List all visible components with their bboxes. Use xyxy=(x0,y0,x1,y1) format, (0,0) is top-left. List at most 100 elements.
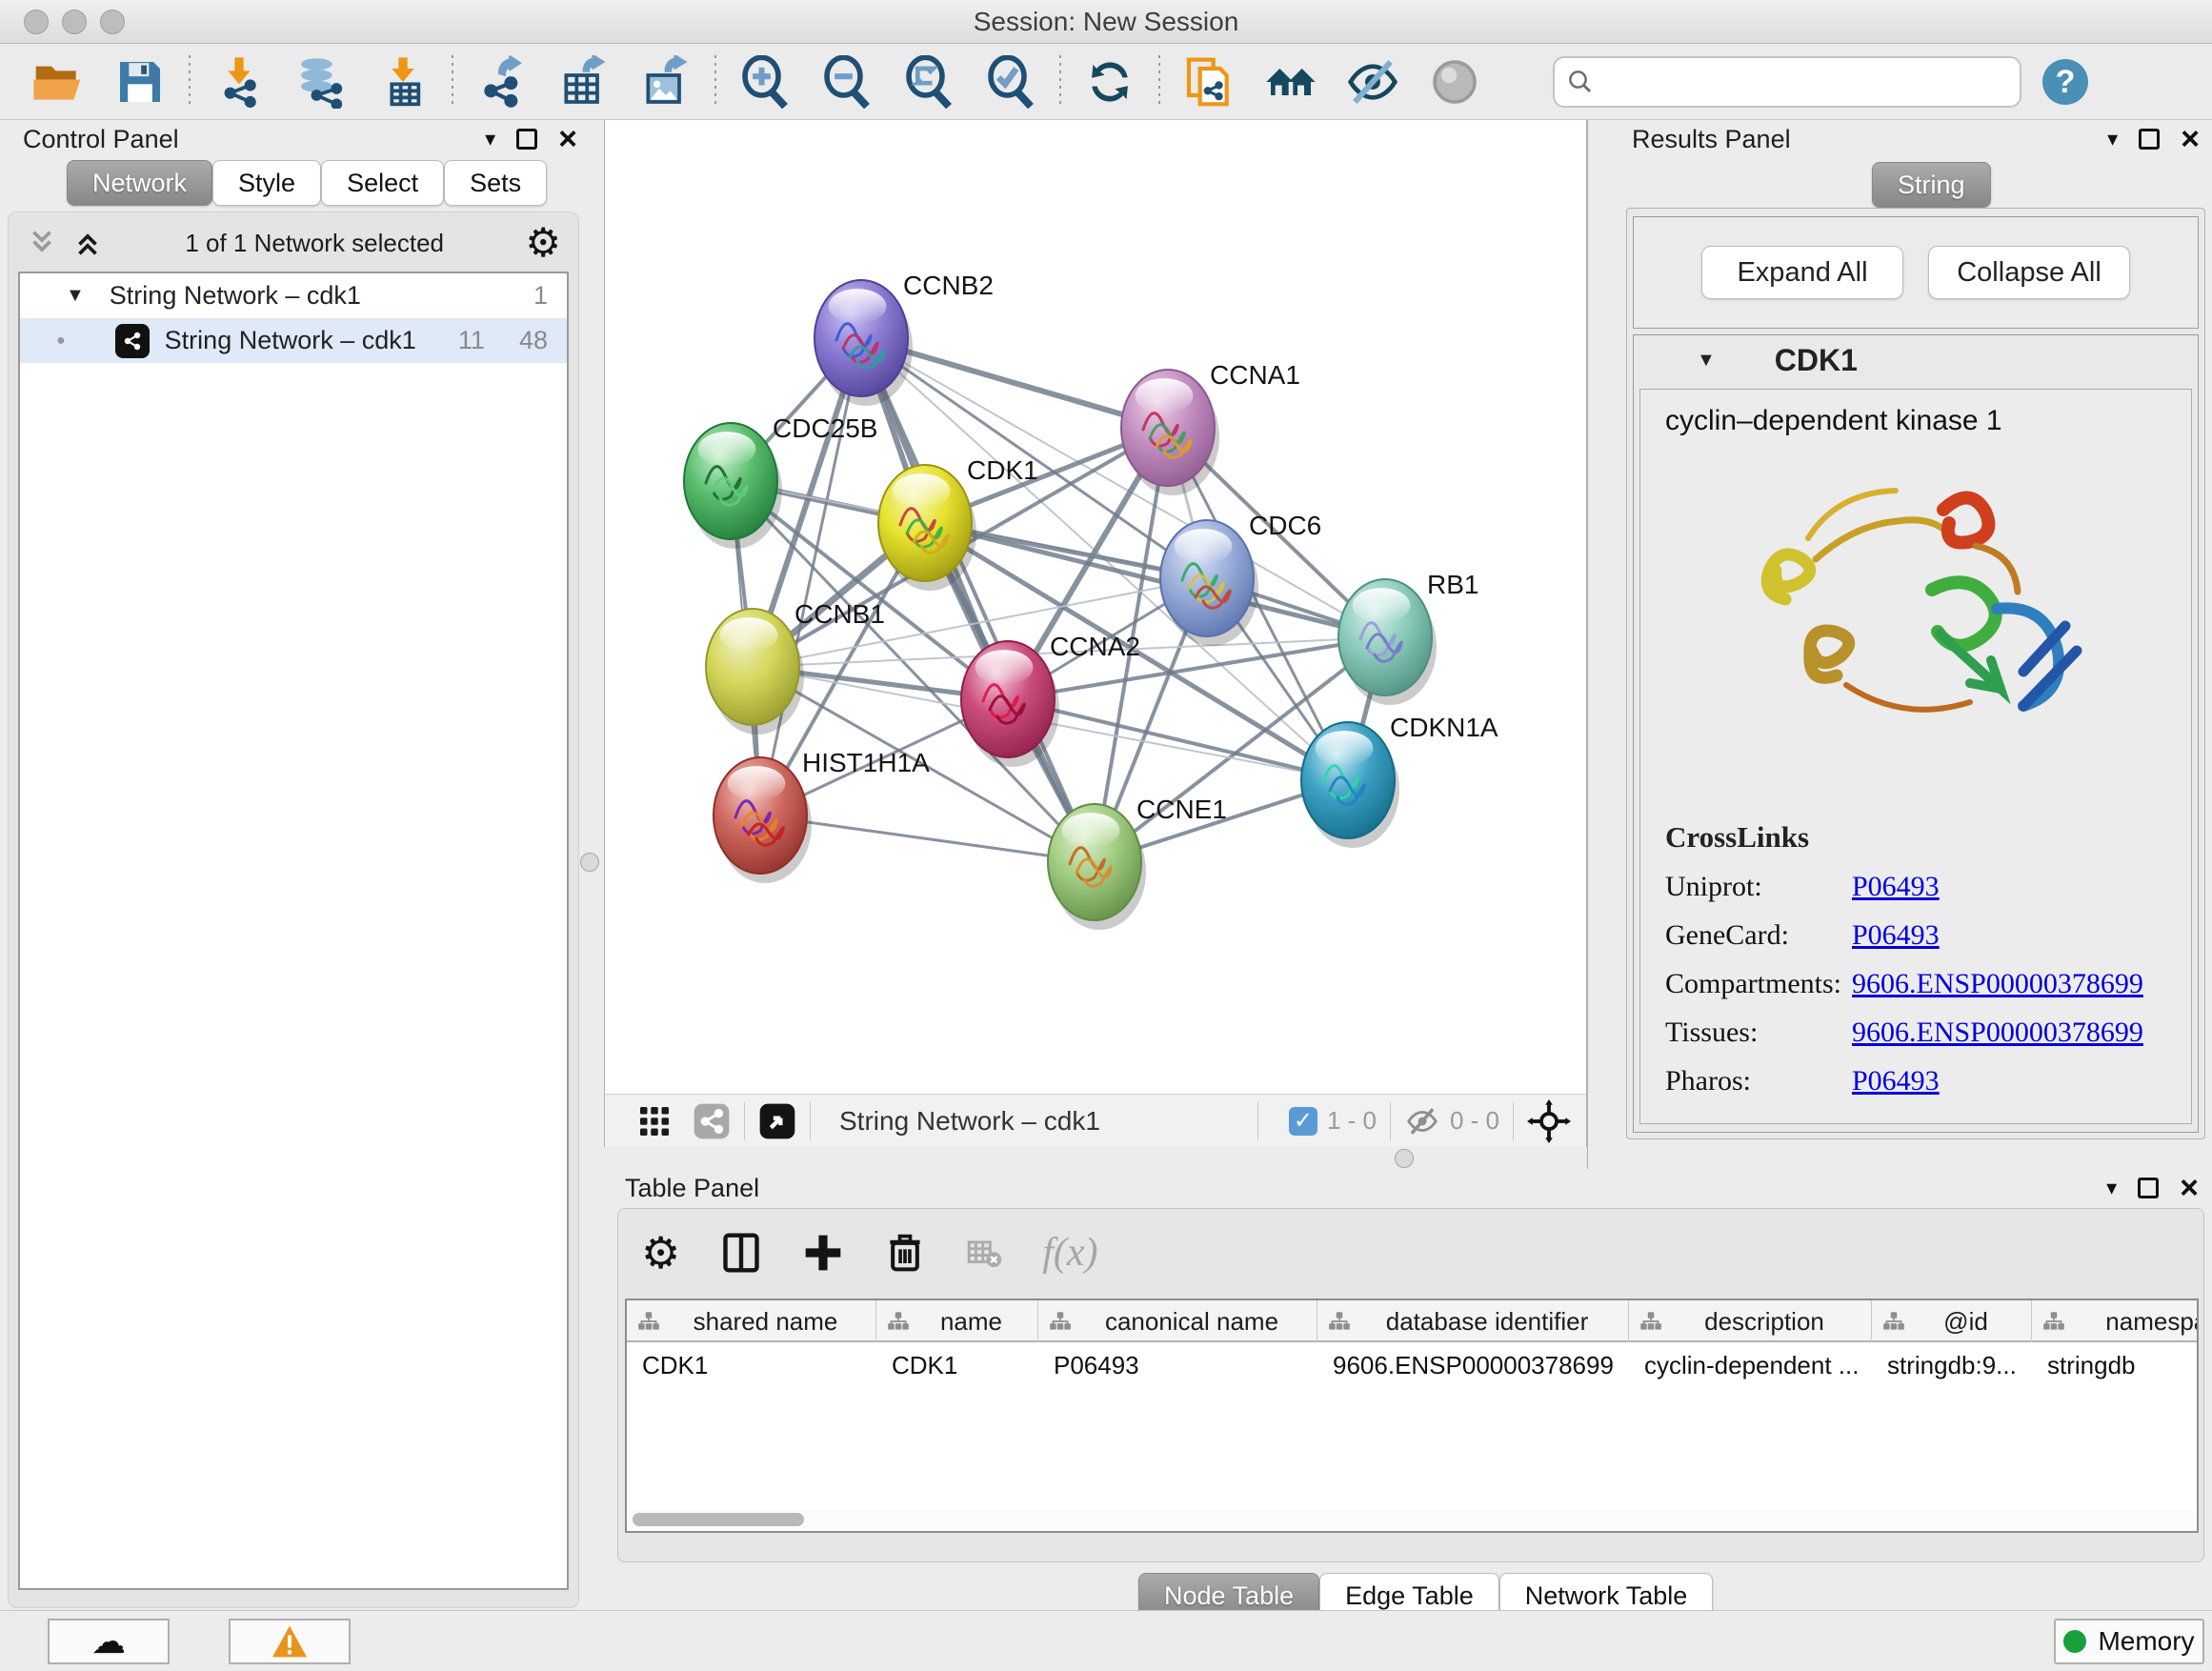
expand-all-icon[interactable] xyxy=(71,227,104,259)
left-splitter-handle[interactable] xyxy=(580,853,599,872)
table-cell[interactable]: cyclin-dependent ... xyxy=(1629,1344,1872,1386)
create-column-icon[interactable] xyxy=(720,1232,762,1274)
network-node-ccnb2[interactable]: CCNB2 xyxy=(814,271,994,406)
network-row-selected[interactable]: ● String Network – cdk1 11 48 xyxy=(20,318,567,363)
crosslink-link[interactable]: 9606.ENSP00000378699 xyxy=(1852,968,2143,1000)
crosslink-link[interactable]: P06493 xyxy=(1852,871,1940,903)
section-expand-icon[interactable]: ▼ xyxy=(1697,350,1716,372)
network-edge[interactable] xyxy=(760,338,861,815)
string-network-graph[interactable]: CCNB2CCNA1CDC25BCDK1CDC6RB1CCNB1CCNA2CDK… xyxy=(605,120,1586,1094)
search-field[interactable] xyxy=(1553,56,2021,108)
help-button[interactable]: ? xyxy=(2042,59,2088,105)
import-network-file-button[interactable] xyxy=(198,51,280,112)
tree-expand-icon[interactable]: ▼ xyxy=(66,285,85,307)
import-table-file-button[interactable] xyxy=(362,51,444,112)
cloud-status-button[interactable]: ☁ xyxy=(48,1619,170,1664)
tab-style[interactable]: Style xyxy=(212,160,321,206)
open-session-button[interactable] xyxy=(17,51,99,112)
table-cell[interactable]: CDK1 xyxy=(876,1344,1038,1386)
network-node-ccne1[interactable]: CCNE1 xyxy=(1048,795,1227,930)
panel-float-icon[interactable] xyxy=(2138,1178,2159,1198)
crosslink-link[interactable]: 9606.ENSP00000378699 xyxy=(1852,1017,2143,1049)
hidden-eye-slash-icon[interactable] xyxy=(1404,1103,1440,1139)
table-cell[interactable]: CDK1 xyxy=(627,1344,876,1386)
network-node-ccnb1[interactable]: CCNB1 xyxy=(706,599,885,735)
column-header-shared-name[interactable]: shared name xyxy=(627,1300,876,1342)
network-canvas[interactable]: CCNB2CCNA1CDC25BCDK1CDC6RB1CCNB1CCNA2CDK… xyxy=(604,120,1587,1094)
panel-menu-icon[interactable]: ▾ xyxy=(2107,127,2118,151)
delete-trash-icon[interactable] xyxy=(884,1232,926,1274)
zoom-fit-button[interactable] xyxy=(888,51,970,112)
close-window-button[interactable] xyxy=(24,10,49,34)
warnings-button[interactable] xyxy=(229,1619,351,1664)
table-cell[interactable]: stringdb:9... xyxy=(1872,1344,2032,1386)
hide-selected-button[interactable] xyxy=(1332,51,1414,112)
table-panel-title: Table Panel xyxy=(625,1174,759,1203)
panel-close-icon[interactable]: × xyxy=(558,129,577,150)
table-options-gear-icon[interactable]: ⚙ xyxy=(641,1233,680,1273)
horizontal-scrollbar[interactable] xyxy=(629,1510,2195,1529)
network-collection-row[interactable]: ▼ String Network – cdk1 1 xyxy=(20,273,567,318)
clone-network-button[interactable] xyxy=(1168,51,1250,112)
import-network-database-button[interactable] xyxy=(280,51,362,112)
tab-sets[interactable]: Sets xyxy=(444,160,547,206)
expand-all-button[interactable]: Expand All xyxy=(1701,246,1903,299)
splitter-dot-handle[interactable] xyxy=(1395,1149,1414,1168)
zoom-in-button[interactable] xyxy=(724,51,806,112)
show-hidden-button[interactable] xyxy=(1414,51,1496,112)
export-network-button[interactable] xyxy=(461,51,543,112)
network-share-icon[interactable] xyxy=(693,1102,731,1140)
collapse-all-icon[interactable] xyxy=(26,227,58,259)
network-node-cdk1[interactable]: CDK1 xyxy=(878,455,1038,591)
collapse-all-button[interactable]: Collapse All xyxy=(1928,246,2130,299)
crosslink-link[interactable]: P06493 xyxy=(1852,1065,1940,1097)
table-cell[interactable]: P06493 xyxy=(1038,1344,1317,1386)
show-all-nodes-button[interactable] xyxy=(1250,51,1332,112)
cdk1-section-header[interactable]: ▼ CDK1 xyxy=(1634,335,2198,385)
panel-float-icon[interactable] xyxy=(2139,129,2160,150)
panel-menu-icon[interactable]: ▾ xyxy=(2106,1176,2117,1200)
network-node-cdkn1a[interactable]: CDKN1A xyxy=(1301,713,1498,848)
network-options-gear-icon[interactable]: ⚙ xyxy=(525,223,561,263)
column-header-database-identifier[interactable]: database identifier xyxy=(1317,1300,1629,1342)
grid-view-icon[interactable] xyxy=(637,1104,672,1138)
refresh-view-button[interactable] xyxy=(1069,51,1151,112)
scrollbar-thumb[interactable] xyxy=(633,1513,804,1526)
column-header-canonical-name[interactable]: canonical name xyxy=(1038,1300,1317,1342)
zoom-window-button[interactable] xyxy=(100,10,125,34)
panel-close-icon[interactable]: × xyxy=(2181,129,2200,150)
network-node-hist1h1a[interactable]: HIST1H1A xyxy=(714,748,930,883)
zoom-out-button[interactable] xyxy=(806,51,888,112)
fit-content-crosshair-icon[interactable] xyxy=(1527,1099,1571,1143)
save-session-button[interactable] xyxy=(99,51,181,112)
panel-menu-icon[interactable]: ▾ xyxy=(485,127,495,151)
tab-string[interactable]: String xyxy=(1872,162,1991,208)
column-header-id[interactable]: @id xyxy=(1872,1300,2032,1342)
network-node-cdc25b[interactable]: CDC25B xyxy=(684,413,877,549)
network-node-rb1[interactable]: RB1 xyxy=(1338,570,1478,705)
panel-close-icon[interactable]: × xyxy=(2180,1178,2199,1198)
column-header-name[interactable]: name xyxy=(876,1300,1038,1342)
panel-float-icon[interactable] xyxy=(516,129,537,150)
column-header-namespace[interactable]: namespace xyxy=(2032,1300,2199,1342)
zoom-selected-button[interactable] xyxy=(970,51,1052,112)
export-image-button[interactable] xyxy=(625,51,707,112)
export-table-button[interactable] xyxy=(543,51,625,112)
table-cell[interactable]: stringdb xyxy=(2032,1344,2199,1386)
selected-checkbox-icon[interactable]: ✓ xyxy=(1289,1107,1317,1136)
table-cell[interactable]: 9606.ENSP00000378699 xyxy=(1317,1344,1629,1386)
column-header-description[interactable]: description xyxy=(1629,1300,1872,1342)
network-node-cdc6[interactable]: CDC6 xyxy=(1160,511,1321,646)
memory-button[interactable]: Memory xyxy=(2054,1619,2204,1664)
minimize-window-button[interactable] xyxy=(62,10,87,34)
eye-icon xyxy=(1428,55,1481,109)
crosslink-link[interactable]: P06493 xyxy=(1852,919,1940,952)
tab-select[interactable]: Select xyxy=(321,160,444,206)
birds-eye-view-icon[interactable] xyxy=(758,1102,796,1140)
node-table[interactable]: shared namenamecanonical namedatabase id… xyxy=(625,1299,2199,1533)
tab-network[interactable]: Network xyxy=(67,160,212,206)
network-node-ccna1[interactable]: CCNA1 xyxy=(1121,360,1300,495)
search-input[interactable] xyxy=(1604,67,2008,96)
network-edge[interactable] xyxy=(861,338,1095,862)
add-row-plus-icon[interactable] xyxy=(802,1232,844,1274)
